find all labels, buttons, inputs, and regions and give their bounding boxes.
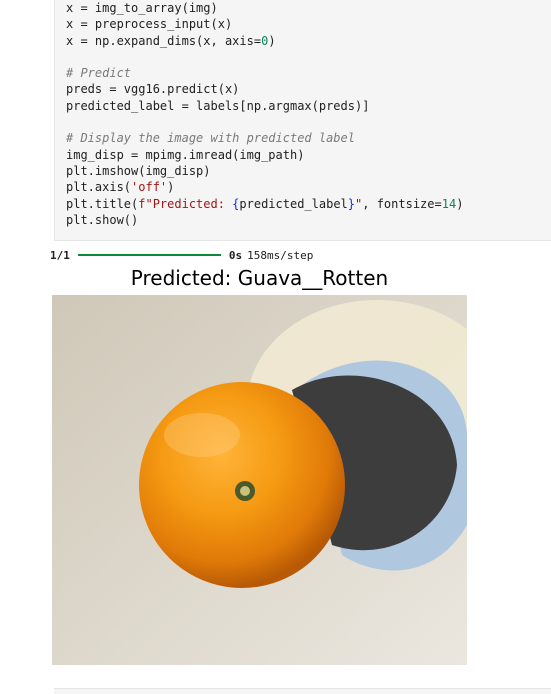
elapsed-time: 0s xyxy=(228,248,243,262)
code-line: preds = vgg16.predict(x) xyxy=(66,82,240,97)
code-line: plt.imshow(img_disp) xyxy=(66,163,211,178)
orange-photo xyxy=(52,295,467,665)
code-line: plt.axis('off') xyxy=(66,180,175,195)
code-line: plt.title(f"Predicted: {predicted_label}… xyxy=(66,196,464,211)
code-line: # Display the image with predicted label xyxy=(66,131,355,146)
code-editor[interactable]: x = img_to_array(img)x = preprocess_inpu… xyxy=(66,0,463,228)
code-line: x = np.expand_dims(x, axis=0) xyxy=(66,33,276,48)
predicted-image xyxy=(52,295,467,665)
progress-count: 1/1 xyxy=(50,248,70,262)
code-cell[interactable]: x = img_to_array(img)x = preprocess_inpu… xyxy=(54,0,551,241)
next-code-cell[interactable] xyxy=(54,688,551,694)
time-per-step: 158ms/step xyxy=(247,248,314,262)
code-line: # Predict xyxy=(66,66,132,81)
code-line: x = img_to_array(img) xyxy=(66,1,218,15)
progress-bar xyxy=(77,254,221,256)
plot-title: Predicted: Guava__Rotten xyxy=(130,266,389,290)
code-line: predicted_label = labels[np.argmax(preds… xyxy=(66,98,370,113)
code-line: img_disp = mpimg.imread(img_path) xyxy=(66,147,305,162)
progress-output: 1/1 0s 158ms/step xyxy=(50,247,313,263)
code-line: x = preprocess_input(x) xyxy=(66,17,233,32)
code-line: plt.show() xyxy=(66,212,139,227)
